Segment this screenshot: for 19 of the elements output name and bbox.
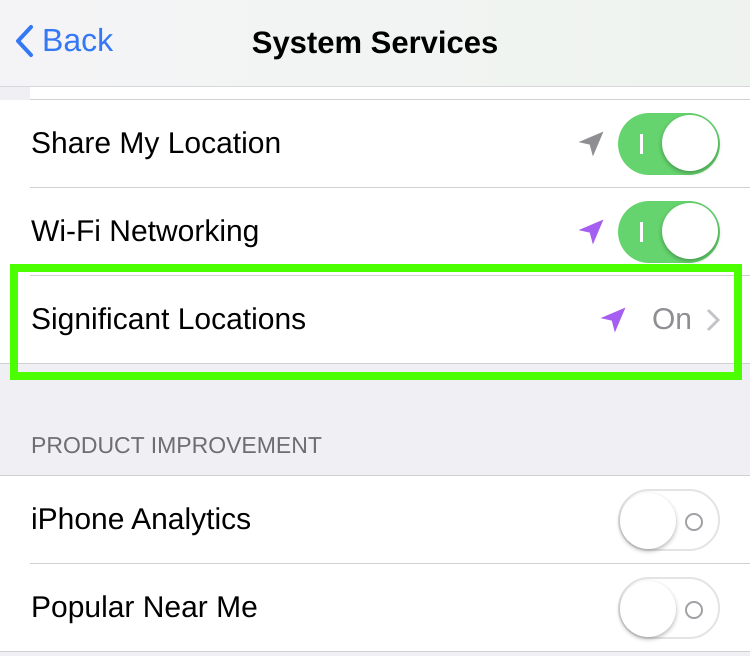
toggle-switch[interactable] xyxy=(618,113,720,175)
toggle-switch[interactable] xyxy=(618,489,720,551)
on-bar-icon xyxy=(640,222,644,242)
screen-title: System Services xyxy=(252,25,498,61)
chevron-left-icon xyxy=(14,24,34,58)
setting-label: Share My Location xyxy=(31,127,282,161)
on-bar-icon xyxy=(640,134,644,154)
setting-label: Significant Locations xyxy=(31,303,308,337)
setting-value: On xyxy=(652,303,692,337)
off-circle-icon xyxy=(684,512,704,532)
setting-label: Wi-Fi Networking xyxy=(31,215,260,249)
back-button[interactable]: Back xyxy=(14,22,114,59)
toggle-switch[interactable] xyxy=(618,201,720,263)
section-header: PRODUCT IMPROVEMENT xyxy=(31,432,322,459)
off-circle-icon xyxy=(684,600,704,620)
chevron-right-icon xyxy=(706,308,720,332)
setting-label: iPhone Analytics xyxy=(31,503,252,537)
toggle-switch[interactable] xyxy=(618,577,720,639)
setting-label: Popular Near Me xyxy=(31,591,259,625)
